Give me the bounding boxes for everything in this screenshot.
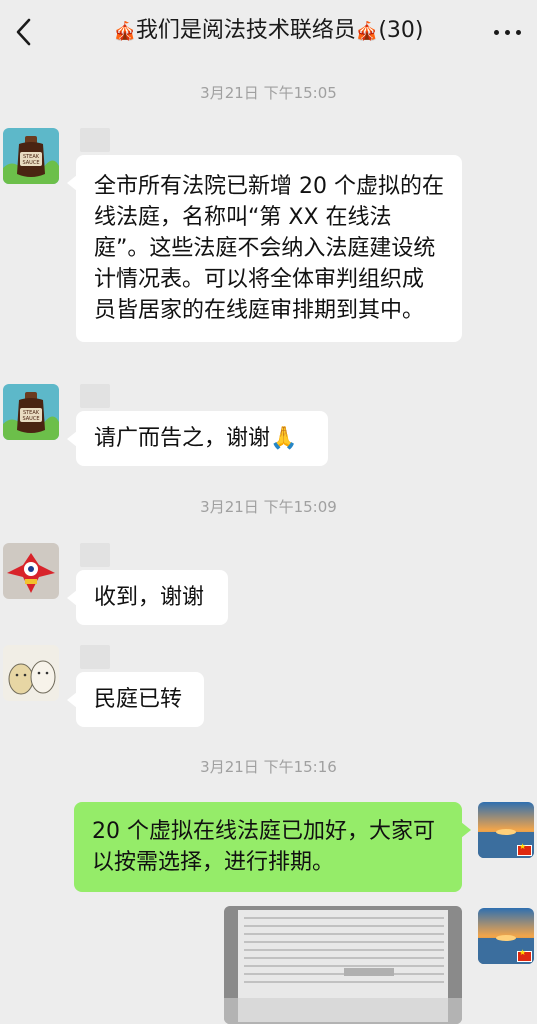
more-options-button[interactable] (485, 12, 529, 52)
svg-text:SAUCE: SAUCE (23, 416, 40, 422)
message-timestamp: 3月21日 下午15:16 (200, 758, 337, 776)
china-flag-icon (517, 948, 532, 962)
robot-avatar-icon (3, 543, 59, 599)
message-timestamp: 3月21日 下午15:09 (200, 498, 337, 516)
message-timestamp: 3月21日 下午15:05 (200, 84, 337, 102)
cat-avatar-icon (3, 645, 59, 701)
self-avatar[interactable] (478, 802, 534, 858)
more-dots-icon (493, 29, 499, 35)
sender-name-redacted (80, 543, 110, 567)
chat-title: 🎪我们是阅法技术联络员🎪(30) (60, 14, 477, 49)
chat-header: 🎪我们是阅法技术联络员🎪(30) (0, 0, 537, 64)
more-dot (515, 29, 521, 35)
group-name: 我们是阅法技术联络员 (135, 18, 356, 43)
message-bubble[interactable]: 民庭已转 (67, 672, 204, 727)
sender-name-redacted (80, 128, 110, 152)
china-flag-icon (517, 842, 532, 856)
message-bubble[interactable]: 全市所有法院已新增 20 个虚拟的在线法庭，名称叫“第 XX 在线法庭”。这些法… (67, 155, 462, 342)
message-bubble[interactable]: 收到，谢谢 (67, 570, 228, 625)
circus-tent-icon: 🎪 (113, 21, 136, 42)
jar-avatar-icon: STEAK SAUCE (3, 128, 59, 184)
sender-name-redacted (80, 384, 110, 408)
back-button[interactable] (4, 12, 44, 52)
circus-tent-icon: 🎪 (355, 21, 379, 42)
message-bubble-self[interactable]: 20 个虚拟在线法庭已加好，大家可以按需选择，进行排期。 (74, 802, 471, 892)
sender-avatar[interactable]: STEAK SAUCE (3, 384, 59, 440)
message-bubble[interactable]: 请广而告之，谢谢🙏 (67, 411, 328, 466)
self-avatar[interactable] (478, 908, 534, 964)
more-dot (504, 29, 510, 35)
sender-name-redacted (80, 645, 110, 669)
document-photo-icon (224, 906, 462, 1024)
chevron-left-icon (16, 18, 31, 46)
jar-avatar-icon: STEAK SAUCE (3, 384, 59, 440)
sender-avatar[interactable] (3, 543, 59, 599)
svg-text:SAUCE: SAUCE (23, 160, 40, 166)
sender-avatar[interactable]: STEAK SAUCE (3, 128, 59, 184)
image-message[interactable] (224, 906, 462, 1024)
member-count: (30) (378, 18, 424, 43)
sender-avatar[interactable] (3, 645, 59, 701)
